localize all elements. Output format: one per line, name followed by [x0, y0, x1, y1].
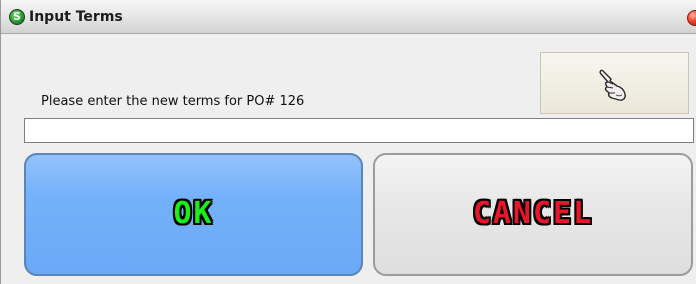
prompt-label: Please enter the new terms for PO# 126: [41, 94, 305, 109]
ok-button-label: OK: [173, 196, 214, 231]
keyboard-pointer-button[interactable]: [540, 52, 689, 114]
title-bar[interactable]: S Input Terms: [1, 0, 696, 34]
cancel-button-label: CANCEL: [472, 196, 594, 231]
terms-input[interactable]: [24, 118, 694, 143]
app-logo-icon: S: [9, 9, 25, 25]
close-icon[interactable]: [687, 10, 696, 26]
input-terms-window: S Input Terms Please enter the new terms…: [0, 0, 696, 284]
window-title: Input Terms: [29, 9, 123, 25]
ok-button[interactable]: OK: [24, 153, 363, 276]
pointing-hand-icon: [599, 69, 626, 101]
cancel-button[interactable]: CANCEL: [373, 153, 693, 276]
